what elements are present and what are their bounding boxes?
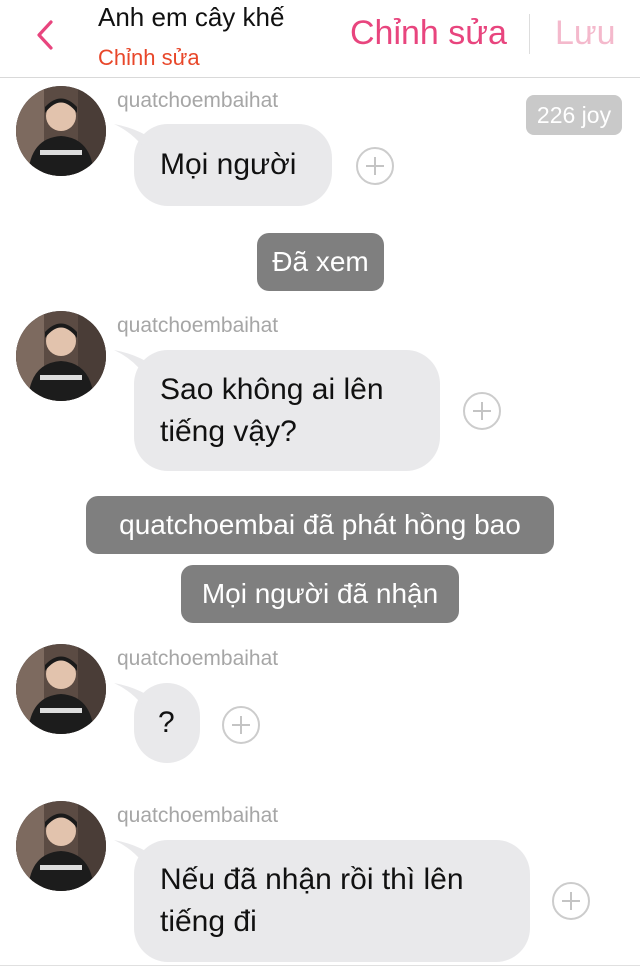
avatar-image [16, 86, 106, 176]
message-bubble[interactable]: Sao không ai lên tiếng vậy? [114, 350, 440, 471]
bubble-tail [114, 840, 154, 880]
sender-name: quatchoembaihat [117, 647, 279, 670]
avatar[interactable] [16, 311, 106, 401]
system-notice-seen: Đã xem [257, 233, 384, 291]
add-reaction-button[interactable] [356, 147, 394, 185]
edit-button[interactable]: Chỉnh sửa [350, 14, 507, 53]
system-notice-red-envelope: quatchoembai đã phát hồng bao [86, 496, 554, 554]
add-reaction-button[interactable] [222, 706, 260, 744]
avatar-image [16, 644, 106, 734]
message-row: quatchoembaihat Sao không ai lên tiếng v… [0, 311, 640, 476]
bottom-divider [0, 965, 640, 966]
sender-name: quatchoembaihat [117, 89, 279, 112]
message-row: quatchoembaihat Nếu đã nhận rồi thì lên … [0, 801, 640, 964]
message-text-line: Sao không ai lên [160, 372, 384, 406]
message-text: ? [158, 706, 175, 739]
add-reaction-button[interactable] [463, 392, 501, 430]
header-divider [529, 14, 530, 54]
system-notice-received: Mọi người đã nhận [181, 565, 459, 623]
message-text-line: tiếng đi [160, 905, 257, 938]
avatar-image [16, 311, 106, 401]
avatar[interactable] [16, 801, 106, 891]
message-bubble[interactable]: ? [114, 683, 200, 763]
avatar[interactable] [16, 644, 106, 734]
sender-name: quatchoembaihat [117, 804, 279, 827]
message-bubble[interactable]: Mọi người [114, 124, 332, 206]
save-button[interactable]: Lưu [555, 14, 616, 53]
add-reaction-button[interactable] [552, 882, 590, 920]
message-text: Mọi người [160, 148, 297, 181]
bubble-tail [114, 350, 154, 390]
message-text-line: tiếng vậy? [160, 414, 297, 448]
sender-name: quatchoembaihat [117, 314, 279, 337]
bubble-tail [114, 124, 154, 164]
message-text-line: Nếu đã nhận rồi thì lên [160, 863, 464, 896]
chevron-left-icon [37, 20, 53, 50]
avatar[interactable] [16, 86, 106, 176]
message-bubble[interactable]: Nếu đã nhận rồi thì lên tiếng đi [114, 840, 530, 962]
avatar-image [16, 801, 106, 891]
message-row: quatchoembaihat ? [0, 644, 640, 769]
chat-subtitle: Chỉnh sửa [98, 45, 200, 70]
chat-header: Anh em cây khế Chỉnh sửa Chỉnh sửa Lưu [0, 0, 640, 78]
back-button[interactable] [28, 18, 62, 52]
chat-title: Anh em cây khế [98, 2, 285, 32]
bubble-tail [114, 683, 154, 723]
message-row: quatchoembaihat Mọi người [0, 86, 640, 211]
